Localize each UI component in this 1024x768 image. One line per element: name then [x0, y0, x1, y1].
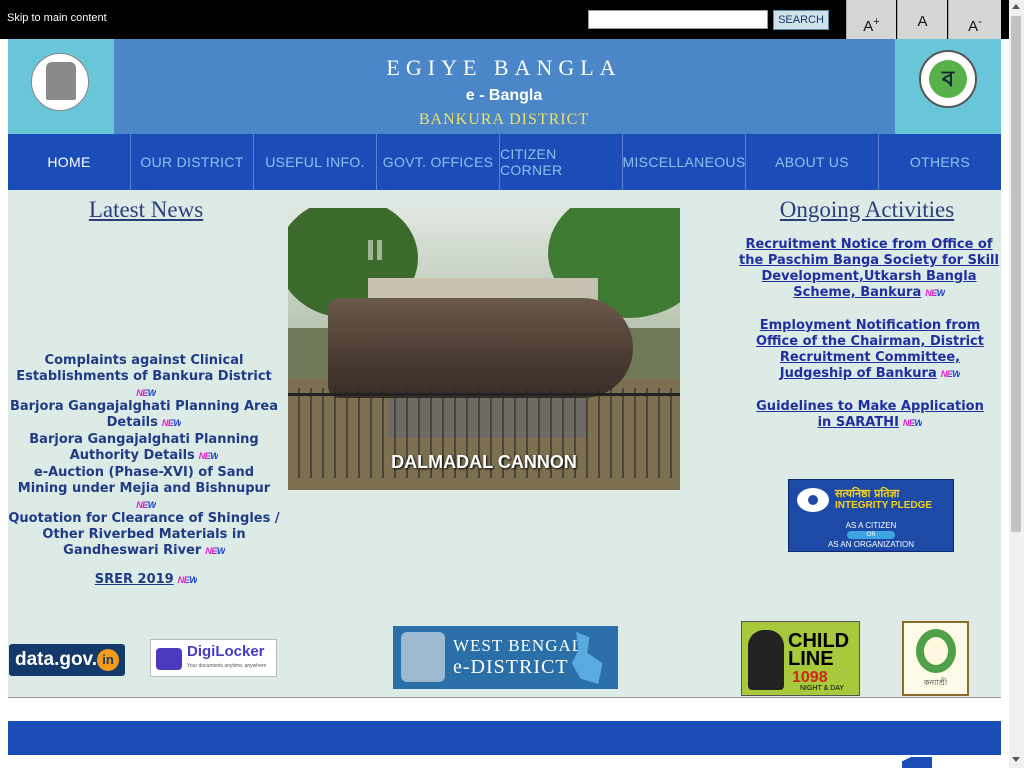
child-figure-icon — [748, 630, 784, 690]
site-header: EGIYE BANGLA e - Bangla BANKURA DISTRICT… — [8, 39, 1001, 134]
top-bar: Skip to main content SEARCH A+ A A- — [0, 0, 1009, 39]
activity-item[interactable]: Recruitment Notice from Office of the Pa… — [738, 237, 1000, 301]
district-name: BANKURA DISTRICT — [418, 111, 590, 128]
font-decrease-label: A — [968, 18, 979, 35]
news-item-text[interactable]: Quotation for Clearance of Shingles / Ot… — [8, 511, 279, 558]
news-item[interactable]: Complaints against Clinical Establishmen… — [12, 353, 276, 401]
scroll-down-arrow-icon[interactable] — [1012, 757, 1020, 762]
font-normal-button[interactable]: A — [897, 0, 947, 39]
news-item-text[interactable]: Barjora Gangajalghati Planning Area Deta… — [10, 399, 278, 430]
activity-item-text[interactable]: Recruitment Notice from Office of the Pa… — [739, 237, 999, 300]
footer-bar — [8, 721, 1001, 755]
activity-item[interactable]: Employment Notification from Office of t… — [742, 318, 998, 382]
childline-tagline: NIGHT & DAY — [800, 685, 845, 692]
latest-news-title: Latest News — [88, 197, 204, 222]
skip-to-content-link[interactable]: Skip to main content — [7, 12, 107, 24]
header-left-panel — [8, 39, 114, 134]
photo-slideshow[interactable]: DALMADAL CANNON — [288, 208, 680, 490]
news-item-text[interactable]: SRER 2019 — [95, 572, 174, 587]
pause-icon[interactable] — [368, 240, 382, 260]
new-badge-icon: NEW — [178, 572, 198, 588]
wbed-line1: WEST BENGAL — [453, 636, 584, 655]
news-item[interactable]: Barjora Gangajalghati Planning Area Deta… — [8, 399, 280, 431]
new-badge-icon: NEW — [205, 543, 225, 559]
new-badge-icon: NEW — [941, 366, 961, 382]
news-item-srer[interactable]: SRER 2019 NEW — [46, 572, 246, 588]
font-increase-sup: + — [873, 16, 880, 28]
font-decrease-button[interactable]: A- — [948, 0, 1001, 39]
data-gov-in-logo[interactable]: data.gov. in — [9, 644, 125, 676]
nav-useful-info[interactable]: USEFUL INFO. — [254, 134, 377, 190]
new-badge-icon: NEW — [925, 285, 945, 301]
header-right-panel: ব — [895, 39, 1001, 134]
font-normal-label: A — [917, 13, 928, 30]
west-bengal-e-district-logo[interactable]: WEST BENGAL e-DISTRICT — [393, 626, 618, 689]
childline-word2: LINE — [788, 648, 834, 670]
digilocker-logo[interactable]: DigiLocker Your documents anytime, anywh… — [150, 639, 277, 677]
nav-others[interactable]: OTHERS — [879, 134, 1001, 190]
font-increase-label: A — [863, 18, 874, 35]
state-emblem-icon — [31, 53, 89, 111]
new-badge-icon: NEW — [199, 448, 219, 464]
new-badge-icon: NEW — [903, 415, 923, 431]
kanyashree-text: কন্যাশ্রী — [923, 678, 948, 687]
site-title: EGIYE BANGLA — [386, 55, 622, 80]
activity-item[interactable]: Guidelines to Make Application in SARATH… — [748, 399, 992, 431]
main-nav: HOME OUR DISTRICT USEFUL INFO. GOVT. OFF… — [8, 134, 1001, 190]
datagov-text: data.gov. — [15, 649, 97, 670]
childline-1098-logo[interactable]: CHILD LINE 1098 NIGHT & DAY — [741, 621, 860, 696]
news-item[interactable]: e-Auction (Phase-XVI) of Sand Mining und… — [14, 465, 274, 513]
nav-our-district[interactable]: OUR DISTRICT — [131, 134, 254, 190]
cannon-photo — [328, 298, 633, 398]
digilocker-tagline: Your documents anytime, anywhere — [187, 663, 267, 669]
state-emblem-icon — [401, 632, 445, 682]
news-item-text[interactable]: e-Auction (Phase-XVI) of Sand Mining und… — [18, 465, 270, 496]
news-item[interactable]: Barjora Gangajalghati Planning Authority… — [12, 432, 276, 464]
activity-item-text[interactable]: Guidelines to Make Application in SARATH… — [756, 399, 984, 430]
font-decrease-sup: - — [978, 16, 982, 28]
pledge-as-organization[interactable]: AS AN ORGANIZATION — [797, 539, 945, 550]
nav-citizen-corner[interactable]: CITIZEN CORNER — [500, 134, 623, 190]
news-item[interactable]: Quotation for Clearance of Shingles / Ot… — [8, 511, 280, 559]
integrity-pledge-banner[interactable]: सत्यनिष्ठा प्रतिज्ञा INTEGRITY PLEDGE AS… — [788, 479, 954, 552]
scroll-up-arrow-icon[interactable] — [1012, 4, 1020, 9]
digilocker-icon — [156, 648, 182, 670]
page-scrollbar[interactable] — [1009, 0, 1024, 768]
wbed-line2: e-DISTRICT — [453, 656, 569, 678]
integrity-pledge-title: INTEGRITY PLEDGE — [835, 500, 933, 511]
childline-title: CHILD LINE — [788, 631, 849, 670]
news-item-text[interactable]: Barjora Gangajalghati Planning Authority… — [29, 432, 258, 463]
ongoing-activities-title: Ongoing Activities — [779, 197, 955, 222]
new-badge-icon: NEW — [162, 415, 182, 431]
search-input[interactable] — [588, 10, 768, 29]
search-button[interactable]: SEARCH — [773, 10, 829, 30]
slide-caption: DALMADAL CANNON — [391, 452, 577, 472]
scroll-thumb[interactable] — [1011, 16, 1021, 532]
nav-about-us[interactable]: ABOUT US — [746, 134, 879, 190]
site-subtitle: e - Bangla — [465, 87, 543, 104]
pledge-as-citizen[interactable]: AS A CITIZEN — [797, 520, 945, 531]
nav-home[interactable]: HOME — [8, 134, 131, 190]
digilocker-text: DigiLocker — [187, 643, 265, 660]
nav-govt-offices[interactable]: GOVT. OFFICES — [377, 134, 500, 190]
cvc-eye-icon — [797, 488, 829, 512]
kanyashree-logo[interactable]: কন্যাশ্রী — [902, 621, 969, 696]
news-item-text[interactable]: Complaints against Clinical Establishmen… — [16, 353, 272, 384]
pledge-or: OR — [847, 531, 895, 539]
biswa-bangla-glyph: ব — [929, 60, 967, 98]
partial-footer-icon — [902, 757, 932, 768]
font-increase-button[interactable]: A+ — [846, 0, 896, 39]
integrity-pledge-hindi: सत्यनिष्ठा प्रतिज्ञा — [835, 487, 900, 500]
biswa-bangla-logo-icon: ব — [919, 50, 977, 108]
nav-miscellaneous[interactable]: MISCELLANEOUS — [623, 134, 746, 190]
datagov-in-badge: in — [97, 648, 119, 671]
kanyashree-girl-icon — [916, 629, 956, 673]
